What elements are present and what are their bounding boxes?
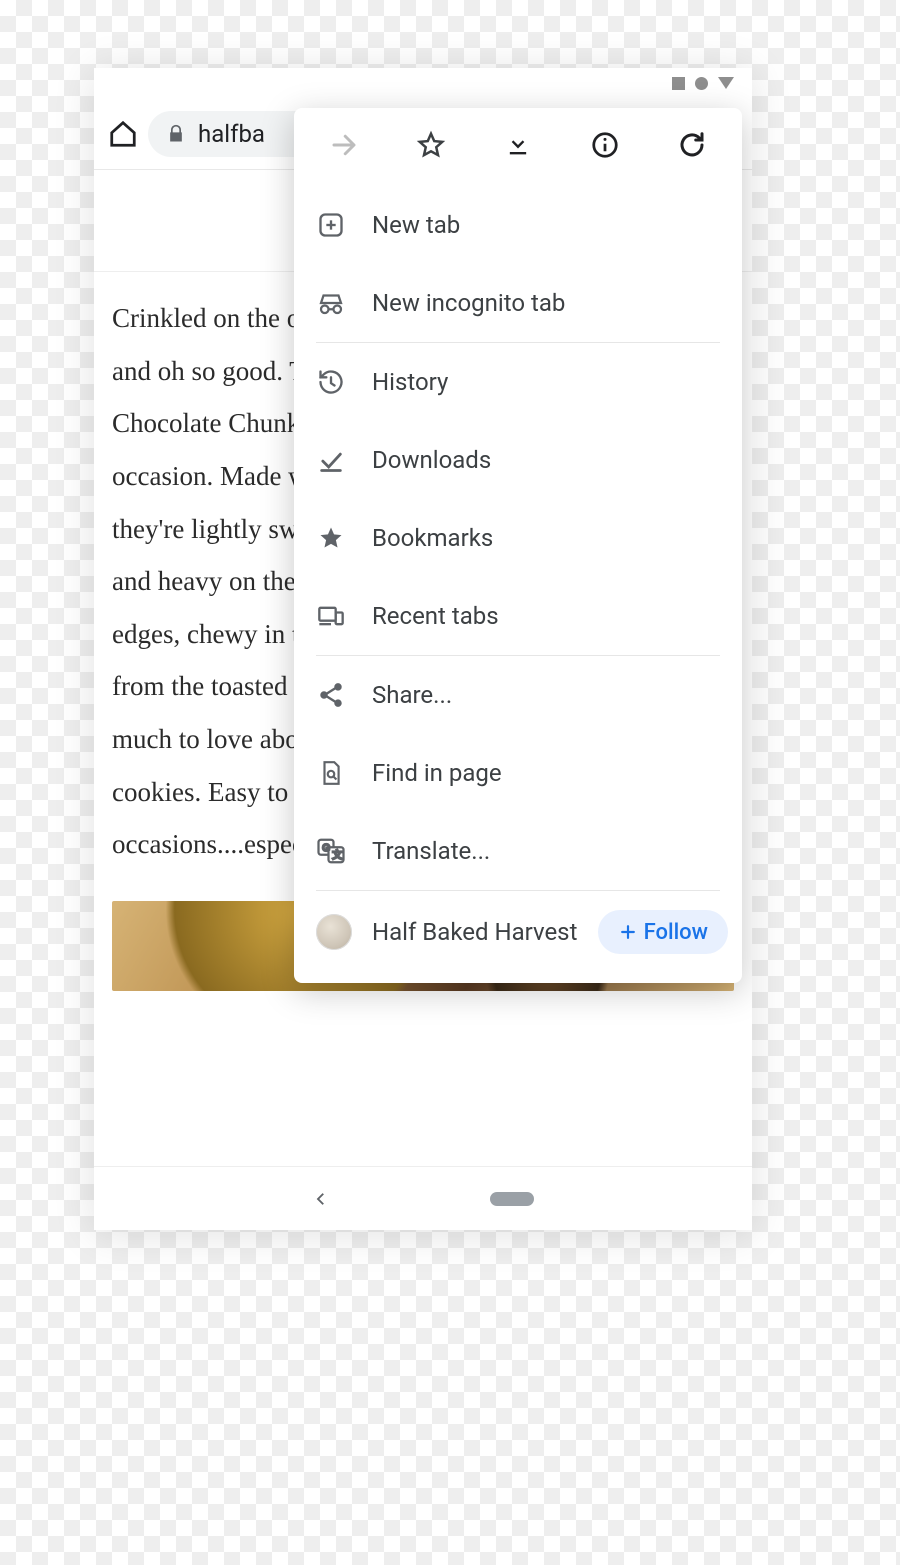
home-icon	[108, 119, 138, 149]
menu-item-new-tab[interactable]: New tab	[294, 186, 742, 264]
new-tab-icon	[316, 211, 346, 239]
site-favicon	[316, 914, 352, 950]
download-icon	[504, 131, 532, 159]
menu-label: Bookmarks	[372, 524, 493, 552]
menu-item-recent-tabs[interactable]: Recent tabs	[294, 577, 742, 655]
follow-site-name: Half Baked Harvest	[372, 918, 578, 946]
follow-button-label: Follow	[644, 920, 708, 945]
menu-action-row	[294, 108, 742, 182]
menu-list: New tab New incognito tab History Down	[294, 182, 742, 977]
menu-item-translate[interactable]: G文 Translate...	[294, 812, 742, 890]
info-icon	[590, 130, 620, 160]
menu-label: Find in page	[372, 759, 502, 787]
menu-label: Share...	[372, 681, 452, 709]
menu-label: Translate...	[372, 837, 490, 865]
svg-text:G: G	[322, 843, 330, 854]
menu-item-share[interactable]: Share...	[294, 656, 742, 734]
menu-item-history[interactable]: History	[294, 343, 742, 421]
forward-button[interactable]	[317, 118, 371, 172]
menu-label: New tab	[372, 211, 460, 239]
download-button[interactable]	[491, 118, 545, 172]
menu-item-find-in-page[interactable]: Find in page	[294, 734, 742, 812]
reload-button[interactable]	[665, 118, 719, 172]
omnibox-text: halfba	[198, 120, 265, 148]
reload-icon	[677, 130, 707, 160]
menu-label: New incognito tab	[372, 289, 565, 317]
menu-item-bookmarks[interactable]: Bookmarks	[294, 499, 742, 577]
find-in-page-icon	[316, 758, 346, 788]
devices-icon	[316, 602, 346, 630]
forward-icon	[329, 130, 359, 160]
lock-icon	[166, 124, 186, 144]
status-bar	[94, 68, 752, 98]
status-indicator-triangle	[718, 77, 734, 89]
nav-home-pill[interactable]	[490, 1192, 534, 1206]
star-filled-icon	[316, 524, 346, 552]
info-button[interactable]	[578, 118, 632, 172]
incognito-icon	[316, 288, 346, 318]
history-icon	[316, 368, 346, 396]
svg-text:文: 文	[332, 849, 342, 862]
follow-button[interactable]: Follow	[598, 910, 728, 954]
phone-frame: halfba — H A L F H A R Crinkled on the o…	[94, 68, 752, 1230]
menu-label: Recent tabs	[372, 602, 499, 630]
back-icon[interactable]	[312, 1190, 330, 1208]
status-indicator-circle	[695, 77, 708, 90]
plus-icon	[618, 922, 638, 942]
menu-item-incognito[interactable]: New incognito tab	[294, 264, 742, 342]
menu-label: Downloads	[372, 446, 491, 474]
status-indicator-square	[672, 77, 685, 90]
translate-icon: G文	[316, 836, 346, 866]
menu-item-downloads[interactable]: Downloads	[294, 421, 742, 499]
share-icon	[316, 681, 346, 709]
system-nav-bar	[94, 1166, 752, 1230]
menu-label: History	[372, 368, 448, 396]
downloads-done-icon	[316, 446, 346, 474]
bookmark-button[interactable]	[404, 118, 458, 172]
overflow-menu: New tab New incognito tab History Down	[294, 108, 742, 983]
menu-item-follow-site[interactable]: Half Baked Harvest Follow	[294, 891, 742, 973]
star-outline-icon	[416, 130, 446, 160]
home-button[interactable]	[106, 117, 140, 151]
